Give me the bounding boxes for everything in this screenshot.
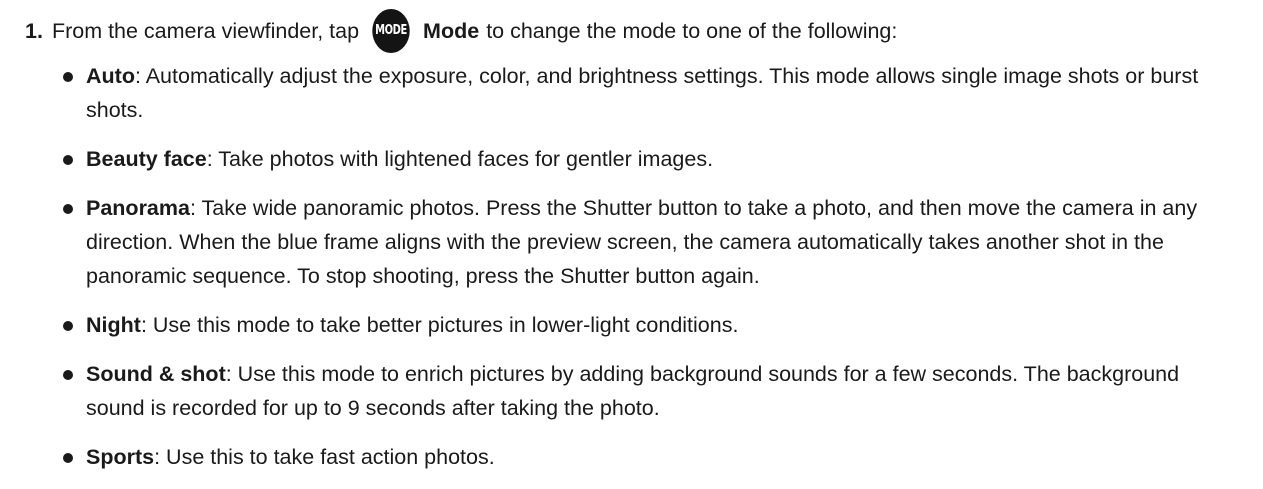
mode-description: : Use this mode to enrich pictures by ad… [86, 362, 1180, 420]
mode-term: Panorama [86, 196, 190, 220]
list-item-sound-and-shot: Sound & shot: Use this mode to enrich pi… [60, 357, 1241, 425]
mode-description: : Take wide panoramic photos. Press the … [86, 196, 1198, 288]
mode-term: Night [86, 313, 141, 337]
bullet-dot [63, 155, 73, 165]
mode-description: : Use this to take fast action photos. [154, 445, 495, 469]
bullet-dot [63, 453, 73, 463]
step-number: 1. [25, 19, 43, 43]
mode-label: Mode [423, 19, 480, 43]
mode-description: : Use this mode to take better pictures … [140, 313, 739, 337]
mode-term: Sound & shot [86, 362, 226, 386]
list-item-panorama: Panorama: Take wide panoramic photos. Pr… [60, 191, 1241, 293]
step-text-after: to change the mode to one of the followi… [486, 19, 898, 43]
step-1: 1. From the camera viewfinder, tap MODE … [25, 9, 1243, 53]
bullet-dot [63, 72, 73, 82]
bullet-dot [63, 370, 73, 380]
mode-description: : Automatically adjust the exposure, col… [86, 64, 1199, 122]
step-text-before-icon: From the camera viewfinder, tap [51, 19, 360, 43]
list-item-auto: Auto: Automatically adjust the exposure,… [60, 59, 1241, 127]
mode-description: : Take photos with lightened faces for g… [206, 147, 714, 171]
list-item-night: Night: Use this mode to take better pict… [60, 308, 1241, 342]
mode-term: Auto [86, 64, 135, 88]
manual-page: 1. From the camera viewfinder, tap MODE … [0, 0, 1263, 489]
mode-term: Sports [86, 445, 155, 469]
bullet-dot [63, 321, 73, 331]
list-item-sports: Sports: Use this to take fast action pho… [60, 440, 1241, 474]
bullet-dot [63, 204, 73, 214]
mode-term: Beauty face [86, 147, 207, 171]
mode-icon: MODE [372, 9, 410, 53]
mode-list: Auto: Automatically adjust the exposure,… [60, 59, 1241, 489]
list-item-beauty-face: Beauty face: Take photos with lightened … [60, 142, 1241, 176]
